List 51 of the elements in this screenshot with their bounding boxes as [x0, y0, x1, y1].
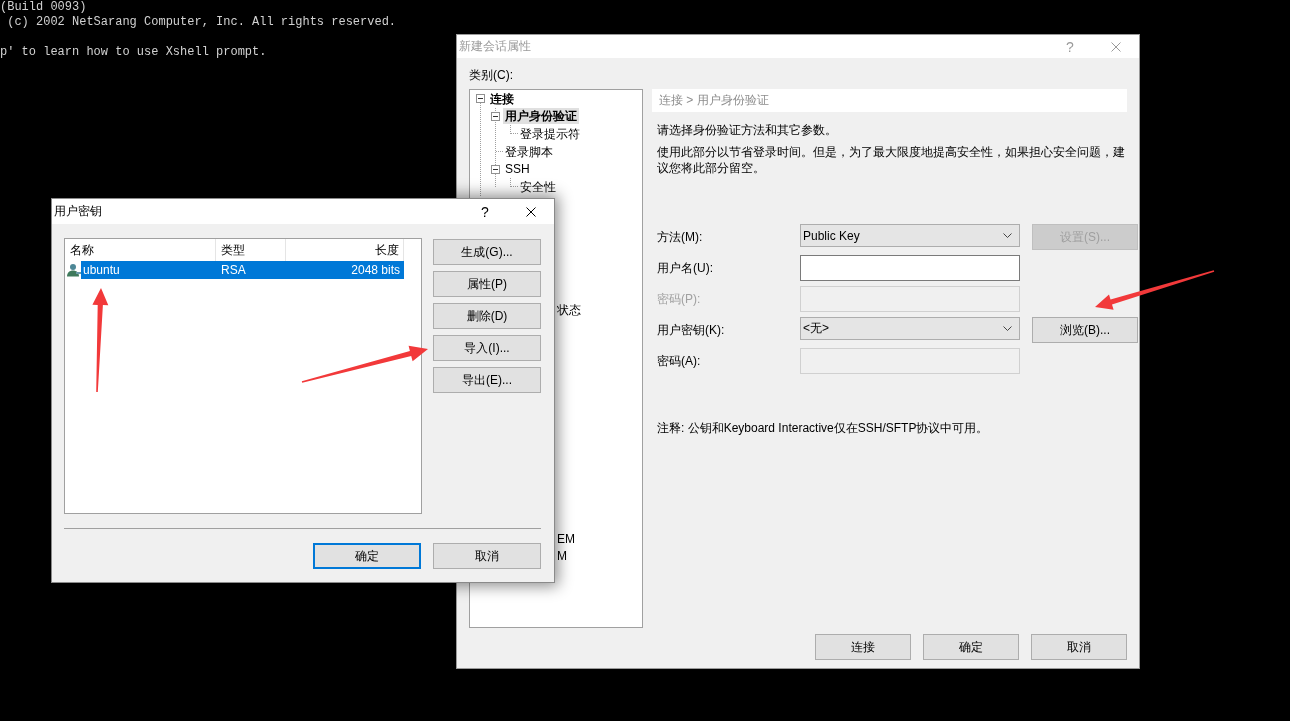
close-icon — [1111, 41, 1121, 52]
tree-item[interactable]: 登录脚本 — [503, 143, 555, 160]
field-label: 用户密钥(K): — [657, 321, 725, 339]
action-button[interactable]: 属性(P) — [433, 271, 541, 297]
input-field[interactable] — [800, 255, 1020, 281]
tree-item[interactable]: 状态 — [555, 301, 583, 318]
chevron-down-icon — [1003, 233, 1012, 238]
tree-item[interactable]: 安全性 — [518, 178, 558, 195]
tree-item[interactable]: SSH — [503, 161, 532, 178]
tree-item[interactable]: 连接 — [488, 90, 516, 107]
field-label: 密码(A): — [657, 352, 701, 370]
instruction-text: 请选择身份验证方法和其它参数。 — [656, 122, 837, 138]
dropdown[interactable]: Public Key — [800, 224, 1020, 247]
field-label: 方法(M): — [657, 228, 703, 246]
dropdown[interactable]: <无> — [800, 317, 1020, 340]
tree-item[interactable]: 登录提示符 — [518, 126, 582, 142]
window-title: 新建会话属性 — [458, 38, 532, 55]
action-button[interactable]: 生成(G)... — [433, 239, 541, 265]
dialog-button[interactable]: 确定 — [313, 543, 421, 569]
help-button[interactable]: ? — [462, 199, 508, 224]
description-text: 使用此部分以节省登录时间。但是，为了最大限度地提高安全性，如果担心安全问题，建议您将此部分留空。 — [657, 144, 1126, 176]
chevron-down-icon — [1003, 326, 1012, 331]
user-icon — [67, 263, 81, 277]
terminal-text: (c) 2002 NetSarang Computer, Inc. All rights reserved. — [6, 15, 397, 30]
window-title: 用户密钥 — [53, 203, 103, 220]
collapse-icon[interactable] — [491, 164, 500, 174]
action-button[interactable]: 删除(D) — [433, 303, 541, 329]
terminal-text: p' to learn how to use Xshell prompt. — [0, 45, 267, 60]
field-label: 用户名(U): — [657, 259, 713, 277]
action-button[interactable]: 导出(E)... — [433, 367, 541, 393]
action-button[interactable]: 导入(I)... — [433, 335, 541, 361]
tree-item[interactable]: M — [555, 548, 569, 565]
breadcrumb: 连接 > 用户身份验证 — [652, 89, 1127, 112]
dialog-button[interactable]: 确定 — [923, 634, 1019, 660]
table-cell-text: 2048 bits — [350, 262, 401, 279]
category-label: 类别(C): — [469, 67, 513, 83]
dialog-button[interactable]: 浏览(B)... — [1032, 317, 1138, 343]
dialog-button[interactable]: 取消 — [1031, 634, 1127, 660]
dialog-button[interactable]: 连接 — [815, 634, 911, 660]
collapse-icon[interactable] — [476, 94, 485, 104]
close-icon — [526, 206, 536, 217]
tree-item[interactable]: EM — [555, 530, 577, 547]
note-text: 注释: 公钥和Keyboard Interactive仅在SSH/SFTP协议中可用。 — [656, 420, 989, 436]
collapse-icon[interactable] — [491, 111, 500, 121]
field-label: 密码(P): — [657, 290, 701, 308]
terminal-text: (Build 0093) — [0, 0, 87, 15]
table-cell-text: ubuntu — [82, 262, 121, 279]
tree-item[interactable]: 用户身份验证 — [503, 108, 579, 125]
dialog-button[interactable]: 取消 — [433, 543, 541, 569]
table-cell-text: RSA — [220, 262, 247, 279]
list-row[interactable]: ubuntu RSA 2048 bits — [81, 261, 404, 279]
